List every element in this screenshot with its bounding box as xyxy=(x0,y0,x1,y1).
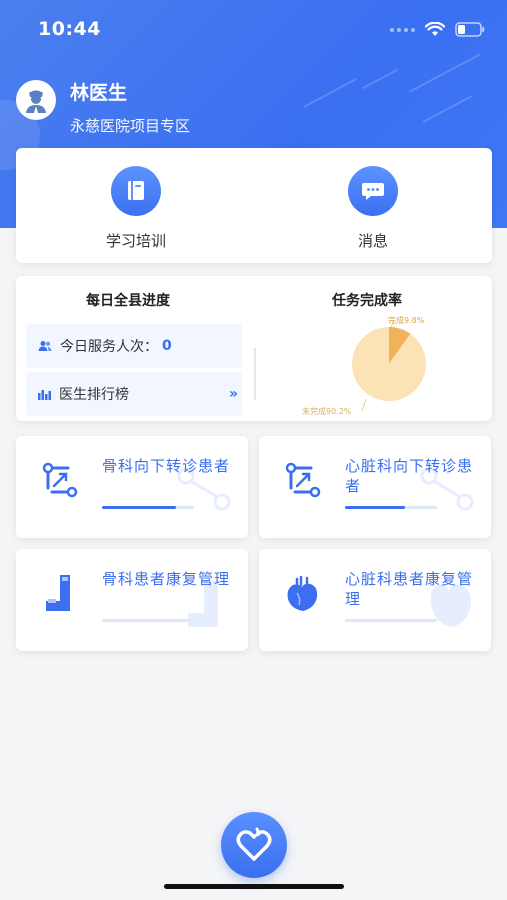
bone-icon xyxy=(46,575,70,611)
home-fab-button[interactable] xyxy=(221,812,287,878)
message-button[interactable]: 消息 xyxy=(313,166,433,251)
ortho-referral-card[interactable]: 骨科向下转诊患者 xyxy=(16,436,248,538)
quick-actions-card: 学习培训 消息 xyxy=(16,148,492,263)
users-icon xyxy=(38,341,52,351)
progress-card: 每日全县进度 今日服务人次： 0 医生排行榜 » 任务完成率 完成9.8% 未完… xyxy=(16,276,492,421)
doctor-avatar-icon xyxy=(26,90,46,113)
dept-progress-bar xyxy=(345,619,437,622)
task-completion-title: 任务完成率 xyxy=(332,293,402,309)
heart-organ-icon xyxy=(287,575,318,611)
task-completion-pie-chart: 完成9.8% 未完成90.2% xyxy=(302,315,426,416)
chevron-right-icon: » xyxy=(228,386,238,402)
doctor-name: 林医生 xyxy=(70,82,128,104)
message-icon xyxy=(362,183,384,200)
profile-header: 林医生 永慈医院项目专区 xyxy=(16,78,190,136)
referral-icon xyxy=(42,462,78,498)
status-bar: 10:44 xyxy=(0,0,507,60)
service-count-label: 今日服务人次： xyxy=(60,339,158,355)
pie-slice-incomplete xyxy=(352,327,426,401)
heart-refresh-icon xyxy=(236,827,272,861)
dept-card-title: 骨科向下转诊患者 xyxy=(102,457,231,475)
service-count-value: 0 xyxy=(162,338,172,354)
dept-progress-bar xyxy=(345,506,437,509)
referral-icon xyxy=(285,462,321,498)
ortho-rehab-card[interactable]: 骨科患者康复管理 xyxy=(16,549,248,651)
dept-card-title: 骨科患者康复管理 xyxy=(102,570,231,588)
wifi-icon xyxy=(425,22,445,36)
dept-progress-bar xyxy=(102,506,194,509)
quick-action-label: 学习培训 xyxy=(105,232,166,250)
quick-action-label: 消息 xyxy=(357,232,388,250)
book-icon xyxy=(128,181,144,200)
cardio-rehab-card[interactable]: 心脏科患者康复管理 xyxy=(259,549,491,651)
pie-label-incomplete: 未完成90.2% xyxy=(302,406,352,416)
cardio-referral-card[interactable]: 心脏科向下转诊患者 xyxy=(259,436,491,538)
daily-progress-title: 每日全县进度 xyxy=(86,293,170,309)
dept-progress-bar xyxy=(102,619,194,622)
hospital-name: 永慈医院项目专区 xyxy=(70,117,191,135)
avatar[interactable] xyxy=(16,80,56,120)
home-indicator xyxy=(164,884,344,889)
dept-card-title: 心脏科患者康复管理 xyxy=(345,570,474,608)
pie-label-completed: 完成9.8% xyxy=(388,315,425,325)
study-training-button[interactable]: 学习培训 xyxy=(76,166,196,251)
status-time: 10:44 xyxy=(38,18,101,40)
dept-card-title: 心脏科向下转诊患者 xyxy=(345,457,474,495)
battery-icon xyxy=(455,22,485,37)
doctor-ranking-label: 医生排行榜 xyxy=(59,387,129,403)
service-count-row: 今日服务人次： 0 xyxy=(26,324,242,368)
doctor-ranking-row[interactable]: 医生排行榜 » xyxy=(26,372,242,416)
signal-icon xyxy=(390,27,415,32)
bar-chart-icon xyxy=(38,390,51,400)
